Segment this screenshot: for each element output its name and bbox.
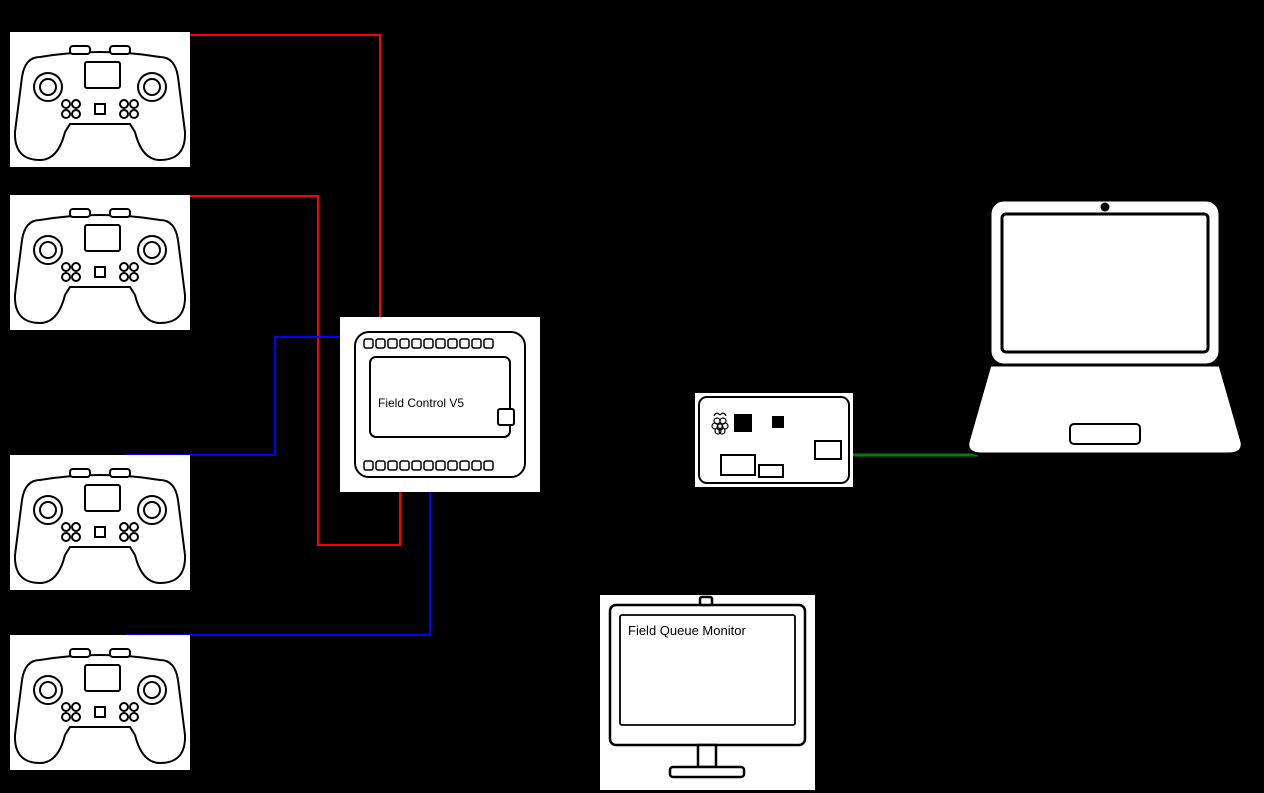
controller-1 (10, 32, 190, 167)
controller-2 (10, 195, 190, 330)
field-queue-monitor: Field Queue Monitor (600, 595, 815, 790)
laptop (960, 192, 1250, 462)
diagram-stage: Field Control V5 (0, 0, 1264, 791)
controller-4 (10, 635, 190, 770)
field-control-brain: Field Control V5 (340, 317, 540, 492)
controller-3 (10, 455, 190, 590)
raspberry-pi (695, 393, 853, 487)
monitor-label: Field Queue Monitor (628, 623, 746, 638)
field-control-label: Field Control V5 (378, 396, 464, 410)
